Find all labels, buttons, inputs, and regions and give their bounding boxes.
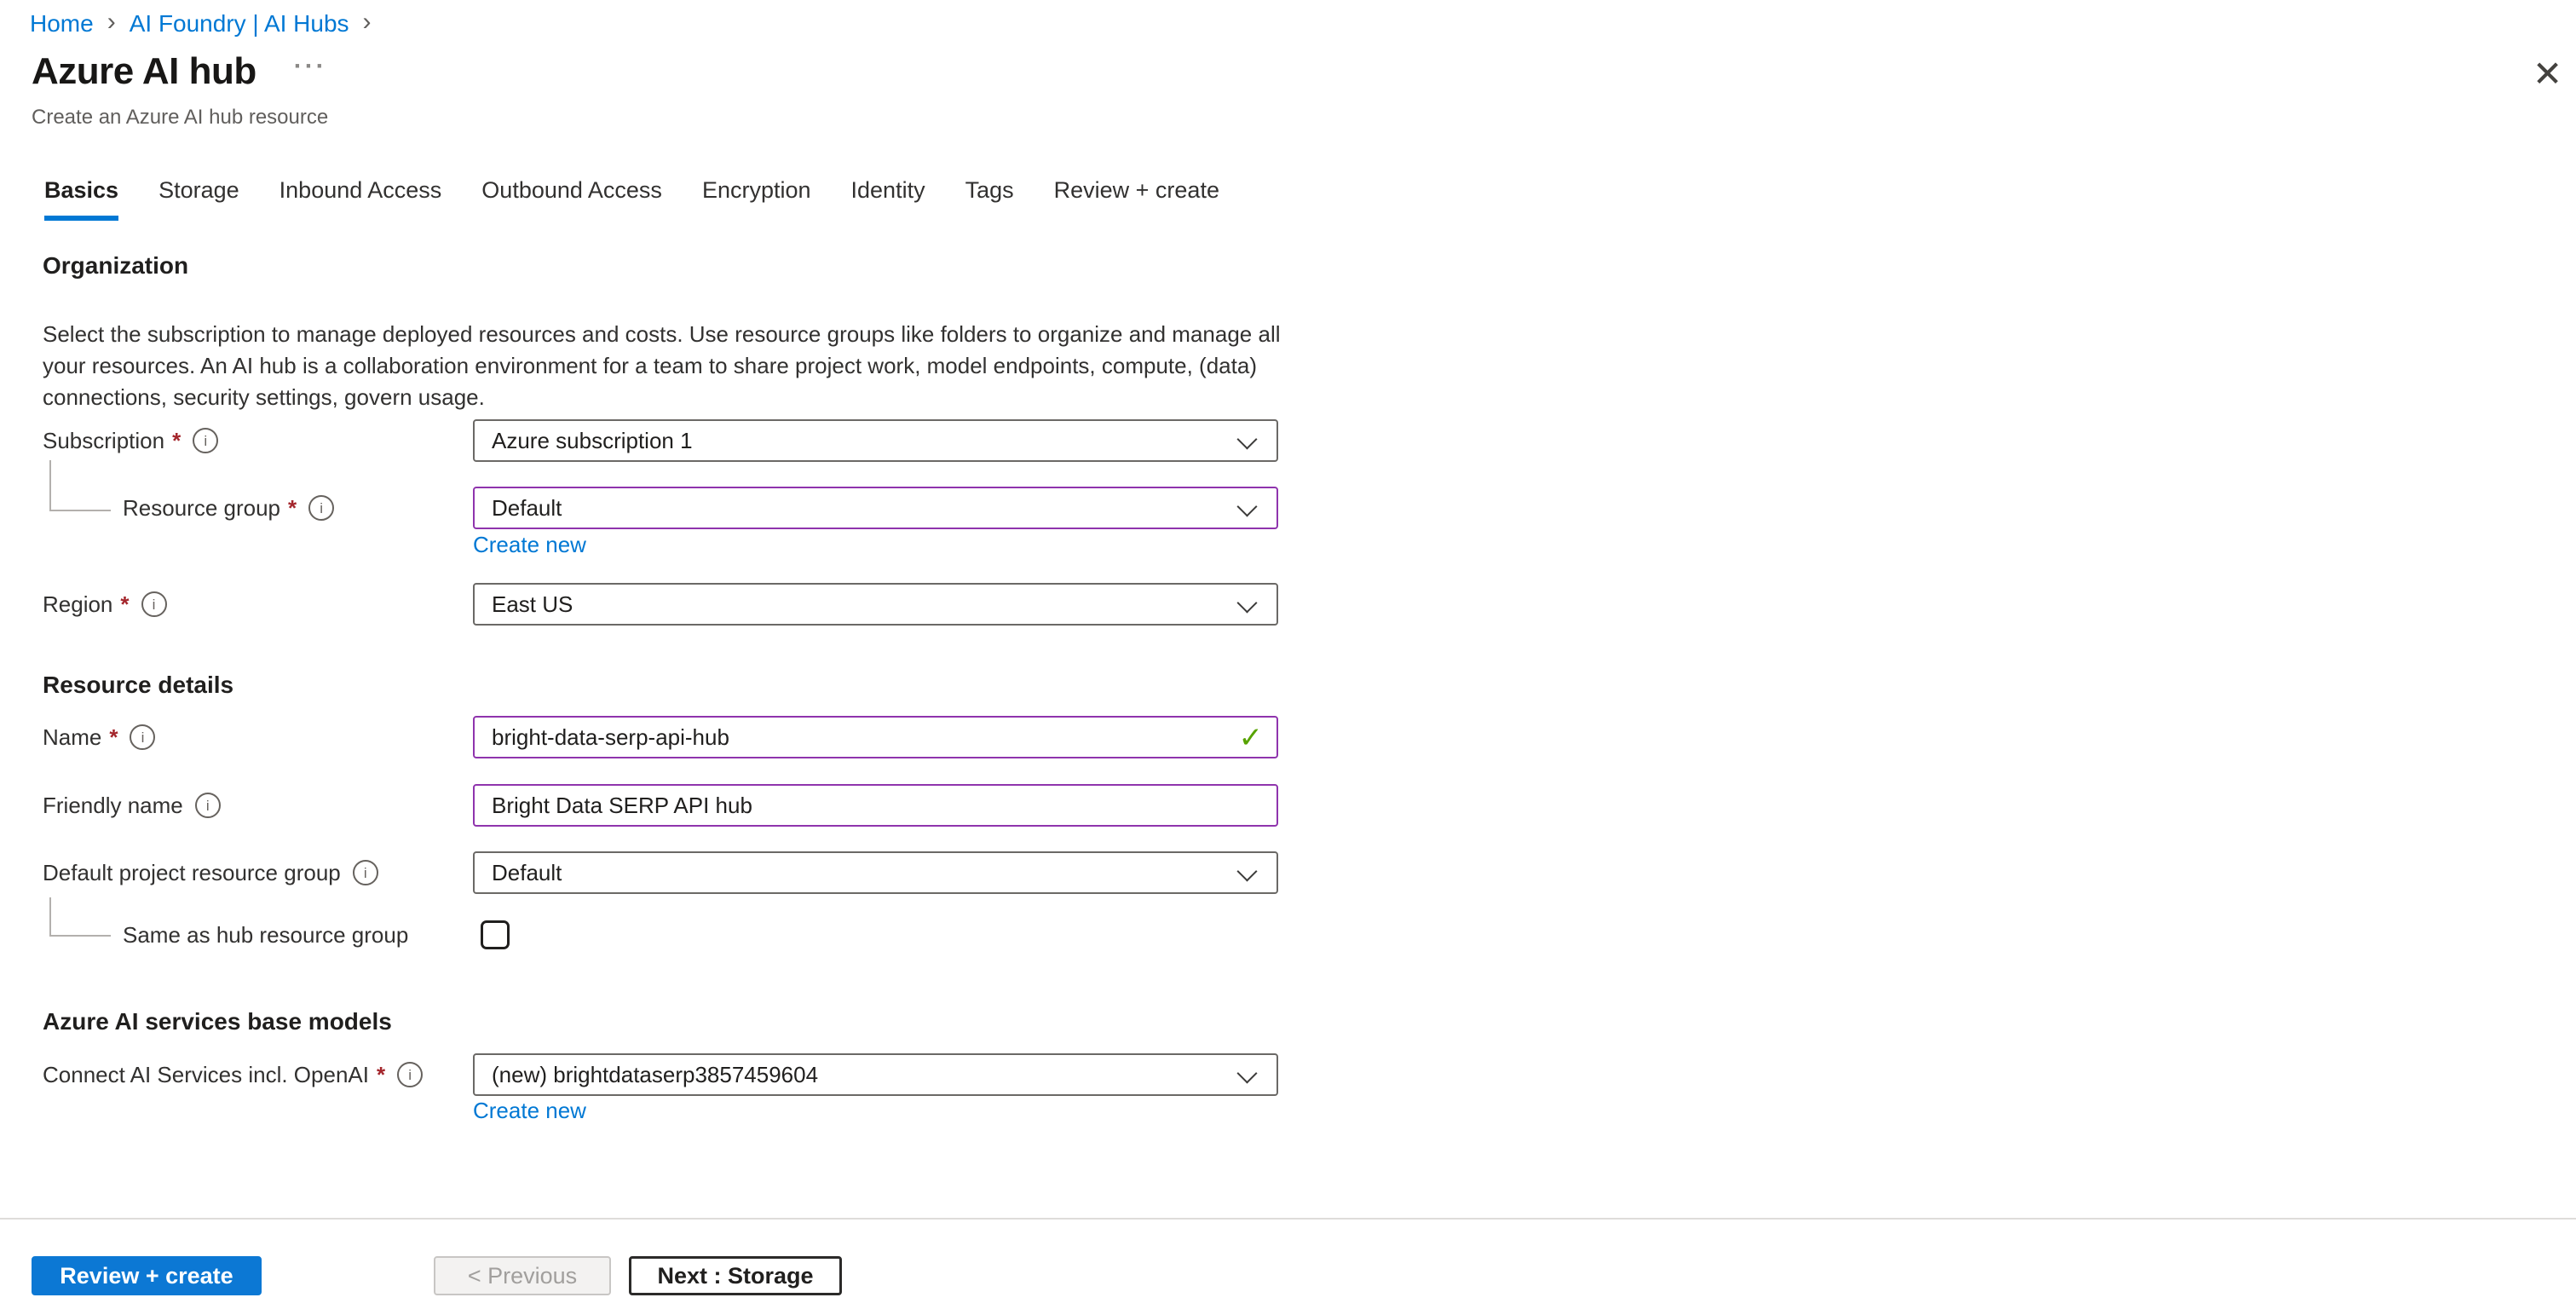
connect-ai-services-label-text: Connect AI Services incl. OpenAI bbox=[43, 1062, 369, 1088]
breadcrumb-chevron-icon: › bbox=[107, 9, 116, 35]
friendly-name-label-text: Friendly name bbox=[43, 793, 183, 819]
region-value: East US bbox=[492, 591, 573, 618]
required-marker: * bbox=[288, 495, 297, 522]
name-input[interactable] bbox=[473, 716, 1278, 758]
required-marker: * bbox=[172, 428, 181, 454]
valid-check-icon: ✓ bbox=[1239, 721, 1264, 755]
tab-bar: Basics Storage Inbound Access Outbound A… bbox=[44, 177, 1259, 221]
breadcrumb: Home › AI Foundry | AI Hubs › bbox=[30, 10, 372, 37]
chevron-down-icon bbox=[1236, 1063, 1257, 1083]
tab-tags[interactable]: Tags bbox=[965, 177, 1014, 221]
organization-section-heading: Organization bbox=[43, 252, 188, 280]
subscription-value: Azure subscription 1 bbox=[492, 428, 693, 454]
ai-services-section-heading: Azure AI services base models bbox=[43, 1008, 392, 1035]
info-icon[interactable]: i bbox=[397, 1062, 423, 1087]
close-icon[interactable]: ✕ bbox=[2533, 56, 2562, 92]
default-project-resource-group-label-text: Default project resource group bbox=[43, 860, 341, 886]
info-icon[interactable]: i bbox=[130, 724, 155, 750]
resource-group-label-text: Resource group bbox=[123, 495, 280, 522]
breadcrumb-chevron-icon: › bbox=[363, 9, 372, 35]
resource-group-value: Default bbox=[492, 495, 562, 522]
same-as-hub-label-text: Same as hub resource group bbox=[123, 922, 408, 949]
connect-ai-services-label: Connect AI Services incl. OpenAI * i bbox=[43, 1053, 423, 1096]
info-icon[interactable]: i bbox=[308, 495, 334, 521]
page-subtitle: Create an Azure AI hub resource bbox=[32, 106, 328, 130]
name-label: Name * i bbox=[43, 716, 155, 758]
breadcrumb-ai-foundry-ai-hubs[interactable]: AI Foundry | AI Hubs bbox=[130, 10, 349, 37]
create-new-ai-services-link[interactable]: Create new bbox=[473, 1098, 586, 1124]
name-label-text: Name bbox=[43, 724, 101, 751]
subscription-dropdown[interactable]: Azure subscription 1 bbox=[473, 419, 1278, 462]
tree-connector bbox=[49, 897, 111, 937]
chevron-down-icon bbox=[1236, 496, 1257, 516]
subscription-label-text: Subscription bbox=[43, 428, 164, 454]
info-icon[interactable]: i bbox=[141, 591, 167, 617]
tab-inbound-access[interactable]: Inbound Access bbox=[279, 177, 442, 221]
same-as-hub-resource-group-label: Same as hub resource group bbox=[123, 920, 408, 949]
tab-outbound-access[interactable]: Outbound Access bbox=[481, 177, 662, 221]
chevron-down-icon bbox=[1236, 592, 1257, 613]
breadcrumb-home[interactable]: Home bbox=[30, 10, 94, 37]
same-as-hub-resource-group-checkbox[interactable] bbox=[481, 920, 510, 949]
subscription-label: Subscription * i bbox=[43, 419, 218, 462]
region-label-text: Region bbox=[43, 591, 112, 618]
info-icon[interactable]: i bbox=[195, 793, 221, 818]
default-project-resource-group-value: Default bbox=[492, 860, 562, 886]
next-storage-button[interactable]: Next : Storage bbox=[629, 1256, 842, 1295]
resource-details-section-heading: Resource details bbox=[43, 672, 233, 699]
required-marker: * bbox=[120, 591, 129, 618]
info-icon[interactable]: i bbox=[193, 428, 218, 453]
region-dropdown[interactable]: East US bbox=[473, 583, 1278, 626]
friendly-name-label: Friendly name i bbox=[43, 784, 221, 827]
friendly-name-input[interactable] bbox=[473, 784, 1278, 827]
tab-basics[interactable]: Basics bbox=[44, 177, 118, 221]
info-icon[interactable]: i bbox=[353, 860, 378, 885]
required-marker: * bbox=[377, 1062, 385, 1088]
chevron-down-icon bbox=[1236, 429, 1257, 449]
required-marker: * bbox=[109, 724, 118, 751]
tab-storage[interactable]: Storage bbox=[158, 177, 239, 221]
previous-button[interactable]: < Previous bbox=[434, 1256, 611, 1295]
resource-group-dropdown[interactable]: Default bbox=[473, 487, 1278, 529]
more-menu-icon[interactable]: ··· bbox=[294, 52, 327, 81]
friendly-name-field-wrapper bbox=[473, 784, 1278, 827]
region-label: Region * i bbox=[43, 583, 167, 626]
connect-ai-services-value: (new) brightdataserp3857459604 bbox=[492, 1062, 818, 1088]
review-create-button[interactable]: Review + create bbox=[32, 1256, 262, 1295]
create-azure-ai-hub-page: Home › AI Foundry | AI Hubs › ✕ Azure AI… bbox=[0, 0, 2576, 1309]
tab-review-create[interactable]: Review + create bbox=[1054, 177, 1219, 221]
chevron-down-icon bbox=[1236, 861, 1257, 881]
footer-divider bbox=[0, 1218, 2576, 1220]
name-field-wrapper: ✓ bbox=[473, 716, 1278, 758]
resource-group-label: Resource group * i bbox=[123, 487, 334, 529]
page-title: Azure AI hub bbox=[32, 49, 256, 94]
connect-ai-services-dropdown[interactable]: (new) brightdataserp3857459604 bbox=[473, 1053, 1278, 1096]
tab-encryption[interactable]: Encryption bbox=[702, 177, 811, 221]
page-header: Azure AI hub ··· bbox=[32, 49, 327, 94]
tree-connector bbox=[49, 460, 111, 511]
tab-identity[interactable]: Identity bbox=[851, 177, 925, 221]
default-project-resource-group-dropdown[interactable]: Default bbox=[473, 851, 1278, 894]
default-project-resource-group-label: Default project resource group i bbox=[43, 851, 378, 894]
create-new-resource-group-link[interactable]: Create new bbox=[473, 532, 586, 558]
organization-description: Select the subscription to manage deploy… bbox=[43, 319, 1282, 413]
